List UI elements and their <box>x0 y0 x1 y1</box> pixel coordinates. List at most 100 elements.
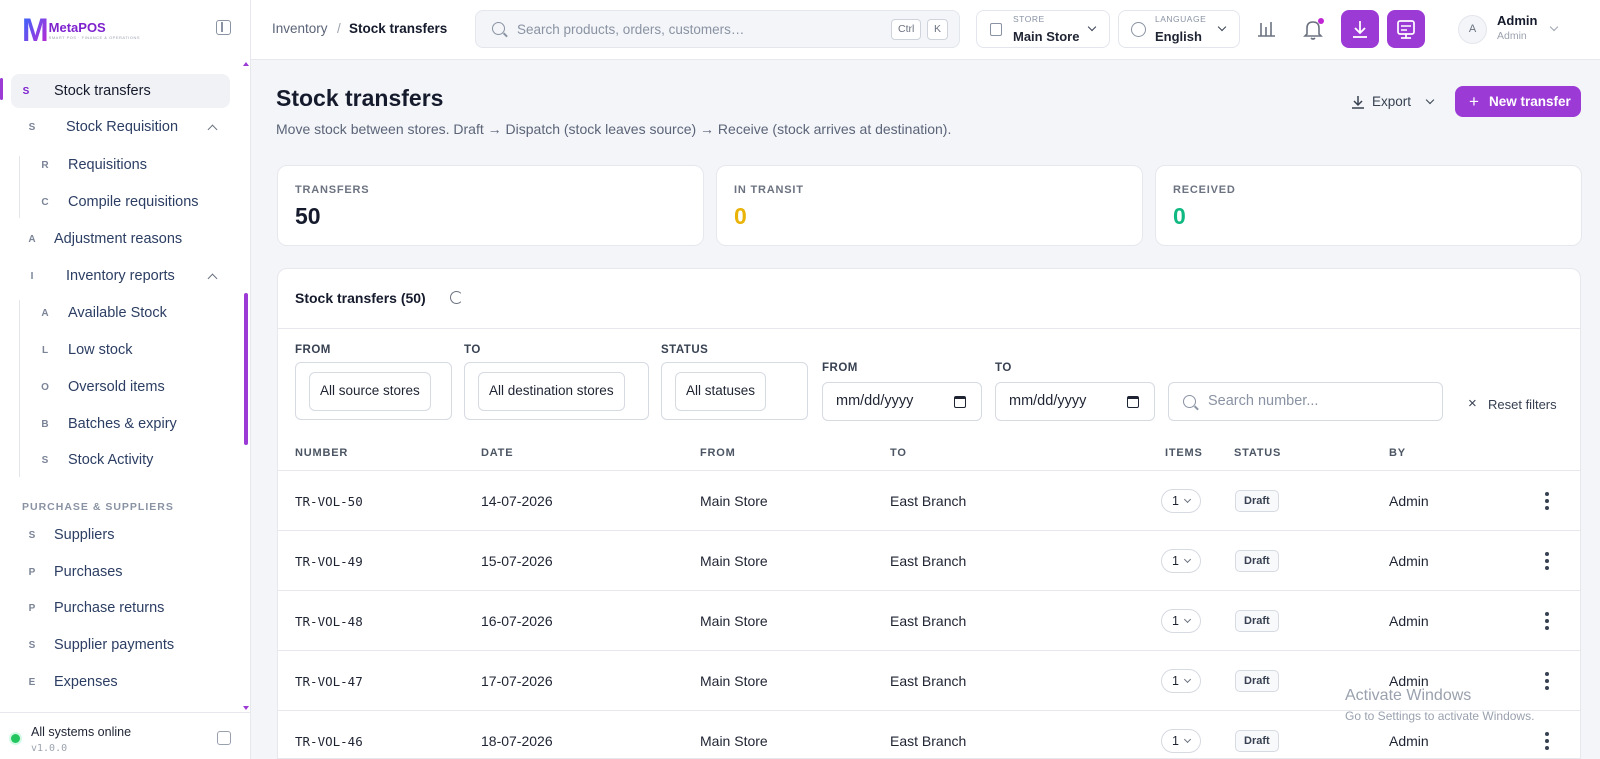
sidebar-item-available-stock[interactable]: A Available Stock <box>30 296 230 330</box>
number-search-input[interactable]: Search number... <box>1168 382 1443 421</box>
nav-label: Stock Activity <box>68 452 154 468</box>
sidebar-scroll-up-icon[interactable] <box>243 62 249 66</box>
column-header-items[interactable]: ITEMS <box>1165 447 1203 459</box>
items-dropdown[interactable]: 1 <box>1161 489 1201 513</box>
sidebar-item-stock-requisition[interactable]: S Stock Requisition <box>17 110 230 144</box>
sidebar-item-low-stock[interactable]: L Low stock <box>30 333 230 367</box>
destination-store-filter[interactable]: All destination stores <box>464 362 649 420</box>
breadcrumb-separator: / <box>337 21 341 36</box>
logo-tagline: SMART POS · FINANCE & OPERATIONS <box>48 35 141 40</box>
pos-terminal-button[interactable] <box>1387 10 1425 48</box>
status-filter[interactable]: All statuses <box>661 362 808 420</box>
table-row[interactable]: TR-VOL-49 15-07-2026 Main Store East Bra… <box>278 531 1580 591</box>
avatar[interactable]: A <box>1458 15 1487 44</box>
sidebar-item-expenses[interactable]: E Expenses <box>17 665 230 699</box>
sidebar-item-adjustment-reasons[interactable]: A Adjustment reasons <box>17 222 230 256</box>
destination-store-select[interactable]: All destination stores <box>478 372 625 411</box>
items-dropdown[interactable]: 1 <box>1161 609 1201 633</box>
sidebar-scrollbar[interactable] <box>244 293 248 445</box>
analytics-button[interactable] <box>1248 10 1286 48</box>
transfer-number[interactable]: TR-VOL-50 <box>295 494 363 509</box>
nav-letter: B <box>41 418 49 430</box>
stat-value: 0 <box>1173 203 1186 229</box>
store-icon <box>990 23 1002 36</box>
notifications-button[interactable] <box>1294 10 1332 48</box>
language-select[interactable]: LANGUAGE English <box>1118 10 1240 48</box>
sidebar-scroll-down-icon[interactable] <box>243 706 249 710</box>
metapos-logo[interactable]: M MetaPOS SMART POS · FINANCE & OPERATIO… <box>22 14 140 46</box>
items-dropdown[interactable]: 1 <box>1161 549 1201 573</box>
chevron-up-icon <box>207 273 218 284</box>
export-label: Export <box>1372 94 1412 109</box>
sidebar-item-compile-requisitions[interactable]: C Compile requisitions <box>30 185 230 219</box>
nav-label: Purchases <box>54 564 123 580</box>
sidebar-collapse-icon[interactable] <box>216 20 231 35</box>
stat-card-transfers: TRANSFERS 50 <box>277 165 704 246</box>
status-badge: Draft <box>1235 550 1279 572</box>
sidebar-item-stock-activity[interactable]: S Stock Activity <box>30 443 230 477</box>
chevron-down-icon <box>1183 615 1192 624</box>
global-search[interactable]: Search products, orders, customers… Ctrl… <box>475 10 960 48</box>
transfer-number[interactable]: TR-VOL-48 <box>295 614 363 629</box>
items-count: 1 <box>1172 614 1179 628</box>
sidebar-item-purchases[interactable]: P Purchases <box>17 555 230 589</box>
items-dropdown[interactable]: 1 <box>1161 669 1201 693</box>
transfer-number[interactable]: TR-VOL-49 <box>295 554 363 569</box>
user-name[interactable]: Admin <box>1497 13 1537 28</box>
sidebar-item-inventory-reports[interactable]: I Inventory reports <box>17 259 230 293</box>
calendar-icon[interactable] <box>1127 396 1139 408</box>
sidebar-item-stock-transfers[interactable]: S Stock transfers <box>11 74 230 108</box>
date-to-input[interactable]: mm/dd/yyyy <box>995 382 1155 421</box>
table-row[interactable]: TR-VOL-50 14-07-2026 Main Store East Bra… <box>278 471 1580 531</box>
column-header-status[interactable]: STATUS <box>1234 447 1281 459</box>
store-select[interactable]: STORE Main Store <box>976 10 1110 48</box>
download-app-button[interactable] <box>1341 10 1379 48</box>
chevron-down-icon[interactable] <box>1549 22 1559 32</box>
sidebar-item-oversold-items[interactable]: O Oversold items <box>30 370 230 404</box>
column-header-to[interactable]: TO <box>890 447 907 459</box>
store-label: STORE <box>1013 14 1045 24</box>
status-select[interactable]: All statuses <box>675 372 767 411</box>
refresh-icon[interactable] <box>450 291 463 304</box>
column-header-number[interactable]: NUMBER <box>295 447 348 459</box>
close-icon: × <box>1468 395 1477 412</box>
date-from-input[interactable]: mm/dd/yyyy <box>822 382 982 421</box>
transfer-date: 16-07-2026 <box>481 613 553 629</box>
column-header-date[interactable]: DATE <box>481 447 513 459</box>
activate-windows-title: Activate Windows <box>1345 687 1472 704</box>
source-store-select[interactable]: All source stores <box>309 372 431 411</box>
sidebar-collapse-icon[interactable] <box>217 731 231 745</box>
more-actions-icon[interactable] <box>1545 492 1549 510</box>
more-actions-icon[interactable] <box>1545 612 1549 630</box>
more-actions-icon[interactable] <box>1545 732 1549 750</box>
page-subtitle: Move stock between stores. Draft → Dispa… <box>276 121 952 137</box>
transfer-number[interactable]: TR-VOL-46 <box>295 734 363 749</box>
more-actions-icon[interactable] <box>1545 552 1549 570</box>
sidebar-item-batches-expiry[interactable]: B Batches & expiry <box>30 407 230 441</box>
new-transfer-button[interactable]: + New transfer <box>1455 86 1581 117</box>
items-count: 1 <box>1172 734 1179 748</box>
transfer-date: 14-07-2026 <box>481 493 553 509</box>
source-store-filter[interactable]: All source stores <box>295 362 452 420</box>
calendar-icon[interactable] <box>954 396 966 408</box>
online-status-icon <box>11 734 20 743</box>
nav-letter: P <box>28 602 36 614</box>
sidebar-item-purchase-returns[interactable]: P Purchase returns <box>17 591 230 625</box>
sidebar-item-suppliers[interactable]: S Suppliers <box>17 518 230 552</box>
brand: M MetaPOS SMART POS · FINANCE & OPERATIO… <box>0 0 250 60</box>
sidebar-item-supplier-payments[interactable]: S Supplier payments <box>17 628 230 662</box>
column-header-from[interactable]: FROM <box>700 447 736 459</box>
sidebar-item-requisitions[interactable]: R Requisitions <box>30 148 230 182</box>
column-header-by[interactable]: BY <box>1389 447 1406 459</box>
transfer-number[interactable]: TR-VOL-47 <box>295 674 363 689</box>
nav-letter: S <box>22 85 30 97</box>
breadcrumb-inventory[interactable]: Inventory <box>272 21 328 36</box>
search-placeholder: Search products, orders, customers… <box>517 22 745 37</box>
store-value: Main Store <box>1013 29 1080 44</box>
language-value: English <box>1155 29 1202 44</box>
items-dropdown[interactable]: 1 <box>1161 729 1201 753</box>
table-row[interactable]: TR-VOL-48 16-07-2026 Main Store East Bra… <box>278 591 1580 651</box>
logo-mark: M <box>22 12 49 48</box>
transfer-by: Admin <box>1389 733 1429 749</box>
more-actions-icon[interactable] <box>1545 672 1549 690</box>
